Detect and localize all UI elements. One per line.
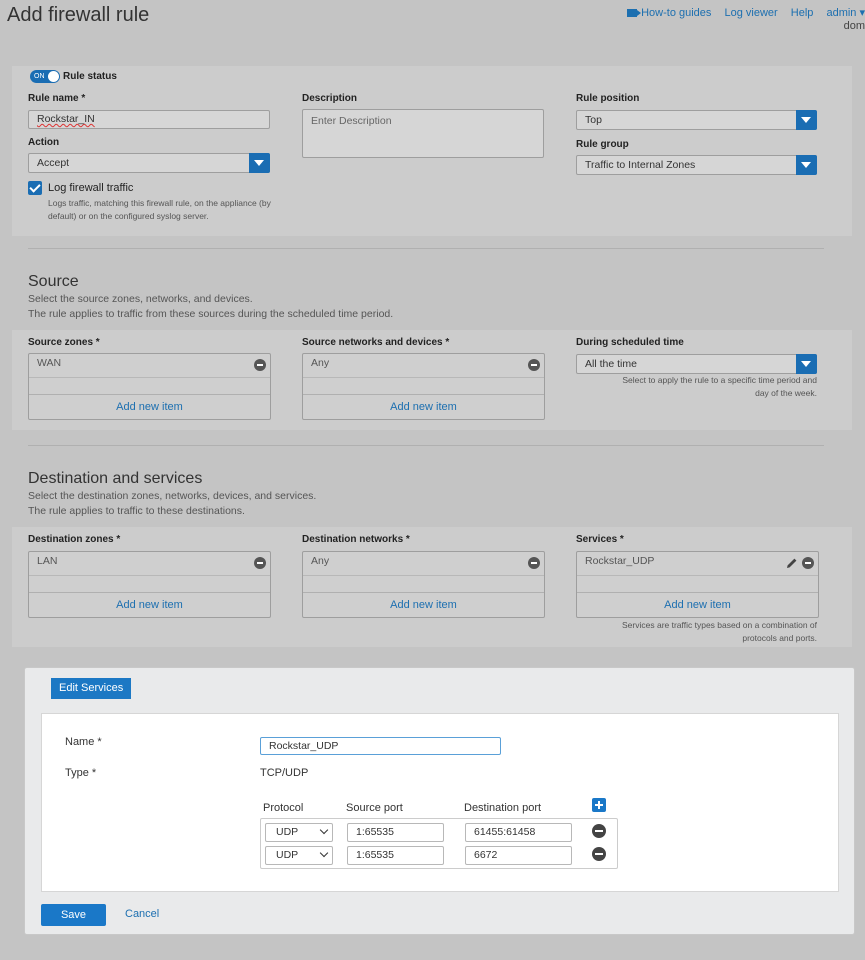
source-networks-list: Any Add new item [302, 353, 545, 420]
row-divider [303, 377, 544, 378]
action-label: Action [28, 137, 60, 148]
service-name-input[interactable]: Rockstar_UDP [260, 737, 501, 755]
row-divider [303, 575, 544, 576]
services-hint: Services are traffic types based on a co… [622, 620, 817, 643]
source-port-input[interactable]: 1:65535 [347, 846, 444, 865]
save-button[interactable]: Save [41, 904, 106, 926]
source-networks-label: Source networks and devices * [302, 337, 450, 348]
domain-label: dom [843, 20, 865, 32]
source-desc-2: The rule applies to traffic from these s… [28, 308, 394, 320]
remove-row-icon[interactable] [592, 847, 606, 861]
rule-name-label: Rule name * [28, 93, 86, 104]
source-port-header: Source port [346, 802, 403, 814]
page-title: Add firewall rule [7, 4, 150, 26]
service-name-label: Name * [65, 736, 102, 748]
destination-port-header: Destination port [464, 802, 542, 814]
rule-group-select[interactable]: Traffic to Internal Zones [576, 155, 817, 175]
dest-networks-add-button[interactable]: Add new item [303, 592, 544, 617]
log-traffic-label: Log firewall traffic [48, 182, 134, 194]
help-link[interactable]: Help [791, 7, 814, 19]
chevron-down-icon [796, 110, 817, 130]
row-divider [29, 575, 270, 576]
schedule-hint: Select to apply the rule to a specific t… [622, 375, 817, 398]
port-rows: UDP 1:65535 61455:61458 UDP 1:65535 6672 [260, 818, 618, 869]
rule-status-toggle[interactable]: ON [30, 70, 60, 83]
dest-network-item: Any [311, 555, 330, 567]
row-divider [29, 377, 270, 378]
chevron-down-icon [796, 354, 817, 374]
destination-port-input[interactable]: 61455:61458 [465, 823, 572, 842]
services-list: Rockstar_UDP Add new item [576, 551, 819, 618]
pencil-icon[interactable] [786, 557, 798, 569]
destination-desc-2: The rule applies to traffic to these des… [28, 505, 245, 517]
services-label: Services * [576, 534, 624, 545]
action-select[interactable]: Accept [28, 153, 270, 173]
remove-icon[interactable] [528, 557, 540, 569]
rule-position-label: Rule position [576, 93, 640, 104]
cancel-button[interactable]: Cancel [125, 908, 159, 920]
rule-group-label: Rule group [576, 139, 629, 150]
chevron-down-icon [249, 153, 270, 173]
service-item: Rockstar_UDP [585, 555, 655, 567]
page: Add firewall rule How-to guides Log view… [0, 0, 865, 960]
edit-services-tab[interactable]: Edit Services [51, 678, 132, 699]
rule-status-label: Rule status [63, 71, 117, 82]
service-type-value: TCP/UDP [260, 767, 309, 779]
protocol-select[interactable]: UDP [265, 823, 333, 842]
source-zones-label: Source zones * [28, 337, 100, 348]
remove-icon[interactable] [254, 557, 266, 569]
log-traffic-checkbox[interactable] [28, 181, 42, 195]
edit-services-dialog: Edit Services Name * Rockstar_UDP Type *… [24, 667, 855, 935]
protocol-header: Protocol [263, 802, 304, 814]
remove-row-icon[interactable] [592, 824, 606, 838]
chevron-down-icon [319, 848, 329, 858]
destination-desc-1: Select the destination zones, networks, … [28, 490, 317, 502]
chevron-down-icon [319, 825, 329, 835]
dest-zone-item: LAN [37, 555, 58, 567]
dest-networks-label: Destination networks * [302, 534, 410, 545]
rule-name-input[interactable]: Rockstar_IN [28, 110, 270, 129]
destination-title: Destination and services [28, 470, 203, 487]
remove-icon[interactable] [254, 359, 266, 371]
rule-position-select[interactable]: Top [576, 110, 817, 130]
remove-icon[interactable] [528, 359, 540, 371]
dest-zones-list: LAN Add new item [28, 551, 271, 618]
row-divider [577, 575, 818, 576]
description-textarea[interactable]: Enter Description [302, 109, 544, 158]
chevron-down-icon [796, 155, 817, 175]
description-label: Description [302, 93, 358, 104]
protocol-select[interactable]: UDP [265, 846, 333, 865]
log-traffic-hint-2: default) or on the configured syslog ser… [48, 211, 209, 221]
video-icon [627, 9, 642, 18]
service-type-label: Type * [65, 767, 97, 779]
source-networks-add-button[interactable]: Add new item [303, 394, 544, 419]
source-zones-add-button[interactable]: Add new item [29, 394, 270, 419]
log-traffic-hint-1: Logs traffic, matching this firewall rul… [48, 198, 271, 208]
schedule-label: During scheduled time [576, 337, 684, 348]
services-add-button[interactable]: Add new item [577, 592, 818, 617]
source-port-input[interactable]: 1:65535 [347, 823, 444, 842]
destination-port-input[interactable]: 6672 [465, 846, 572, 865]
logviewer-link[interactable]: Log viewer [725, 7, 778, 19]
schedule-select[interactable]: All the time [576, 354, 817, 374]
user-menu[interactable]: admin ▾ [826, 7, 865, 19]
source-network-item: Any [311, 357, 330, 369]
add-row-icon[interactable] [592, 798, 606, 812]
dest-networks-list: Any Add new item [302, 551, 545, 618]
source-zones-list: WAN Add new item [28, 353, 271, 420]
source-zone-item: WAN [37, 357, 62, 369]
remove-icon[interactable] [802, 557, 814, 569]
dest-zones-add-button[interactable]: Add new item [29, 592, 270, 617]
divider [28, 445, 824, 446]
edit-services-body: Name * Rockstar_UDP Type * TCP/UDP Proto… [41, 713, 839, 892]
source-title: Source [28, 273, 79, 290]
divider [28, 248, 824, 249]
howto-link[interactable]: How-to guides [627, 7, 711, 19]
top-nav: How-to guides Log viewer Help admin ▾ [617, 6, 865, 19]
dest-zones-label: Destination zones * [28, 534, 121, 545]
source-desc-1: Select the source zones, networks, and d… [28, 293, 253, 305]
